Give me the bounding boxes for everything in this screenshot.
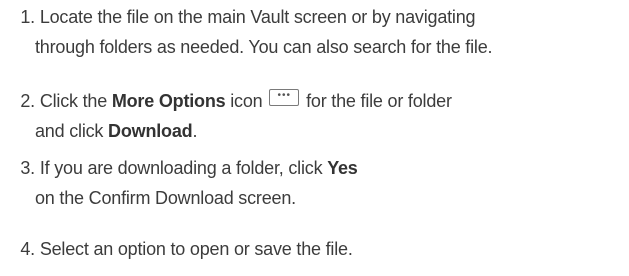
step-number: 1.	[20, 7, 35, 27]
step-text: Select an option to open or save the fil…	[39, 239, 353, 259]
step-text: If you are downloading a folder, click	[39, 158, 328, 178]
step-text: .	[192, 121, 198, 141]
yes-label: Yes	[327, 158, 358, 178]
step-number: 3.	[20, 158, 35, 178]
step-text-continued: on the Confirm Download screen.	[35, 188, 296, 208]
download-label: Download	[108, 121, 193, 141]
step-text: icon	[225, 91, 268, 111]
step-2: 2. Click the More Options icon ••• for t…	[0, 86, 452, 146]
step-3: 3. If you are downloading a folder, clic…	[0, 153, 358, 213]
step-1: 1. Locate the file on the main Vault scr…	[0, 2, 492, 62]
instruction-steps: 1. Locate the file on the main Vault scr…	[0, 0, 629, 276]
step-text: Click the	[39, 91, 112, 111]
step-text: for the file or folder	[301, 91, 452, 111]
step-text-continued: through folders as needed. You can also …	[35, 37, 493, 57]
step-text: Locate the file on the main Vault screen…	[39, 7, 476, 27]
step-4: 4. Select an option to open or save the …	[0, 234, 353, 264]
step-number: 2.	[20, 91, 35, 111]
step-number: 4.	[20, 239, 35, 259]
step-text: and click	[35, 121, 109, 141]
step-text-continued: and click Download.	[0, 116, 452, 146]
more-options-icon: •••	[269, 89, 300, 106]
more-options-label: More Options	[111, 91, 226, 111]
